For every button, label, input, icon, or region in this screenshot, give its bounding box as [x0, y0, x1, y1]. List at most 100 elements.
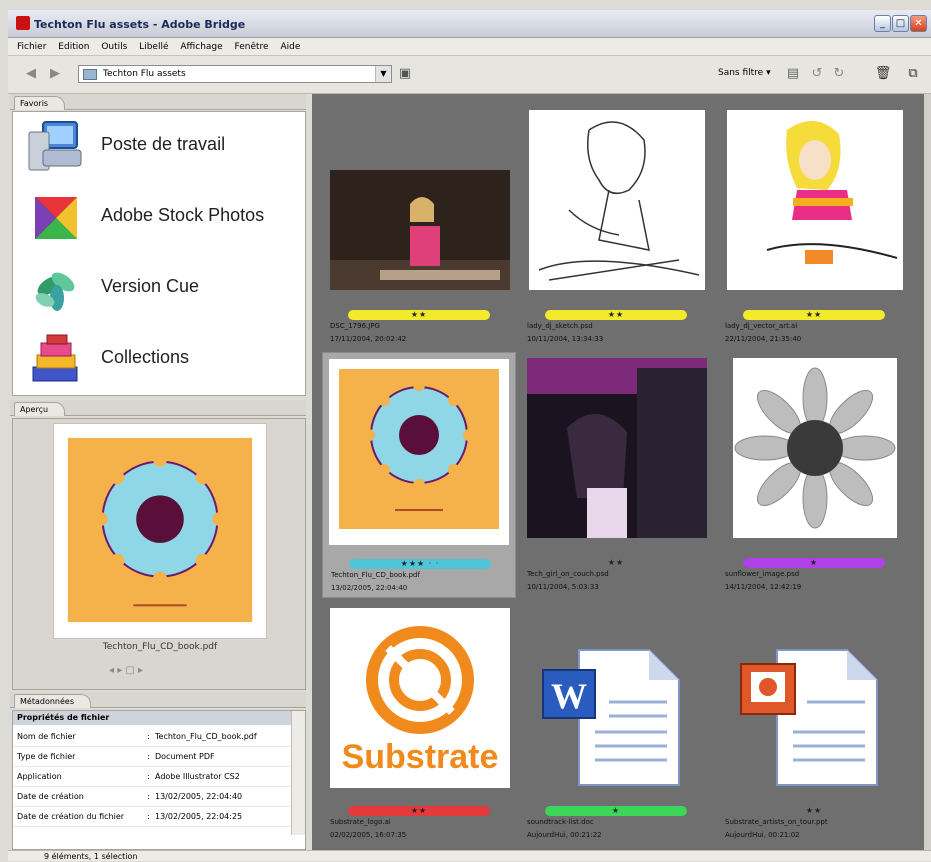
thumbnail-date: 02/02/2005, 16:07:35 [330, 831, 407, 839]
compact-mode-icon[interactable]: ⧉ [904, 65, 922, 83]
path-text: Techton Flu assets [103, 69, 186, 79]
thumbnail-date: 13/02/2005, 22:04:40 [331, 584, 408, 592]
rating-stars[interactable]: ★★ [545, 558, 687, 568]
page-navigation[interactable]: ◂ ▸ ▢ ▸ [109, 665, 143, 676]
thumbnail-cell[interactable]: W ★ soundtrack-list.doc AujourdHui, 00:2… [519, 600, 713, 842]
thumbnail-cell-selected[interactable]: ★★★ · · Techton_Flu_CD_book.pdf 13/02/20… [322, 352, 516, 598]
chevron-down-icon[interactable]: ▼ [375, 66, 391, 82]
menu-aide[interactable]: Aide [280, 38, 300, 56]
metadata-section-header[interactable]: Propriétés de fichier [13, 711, 293, 725]
substrate-logo-icon: Substrate [330, 608, 510, 788]
content-scrollbar[interactable] [924, 94, 931, 850]
metadata-scrollbar[interactable] [291, 711, 305, 835]
status-text: 9 éléments, 1 sélection [44, 852, 138, 861]
metadata-separator: : [147, 792, 150, 801]
thumbnail-image [330, 170, 510, 290]
metadata-separator: : [147, 752, 150, 761]
close-button[interactable]: ✕ [910, 15, 927, 32]
thumbnail-date: 14/11/2004, 12:42:19 [725, 583, 802, 591]
trash-icon[interactable]: 🗑 [874, 65, 892, 83]
menu-edition[interactable]: Edition [58, 38, 89, 56]
collections-icon [32, 334, 78, 382]
go-up-folder-icon[interactable]: ▣ [396, 65, 414, 83]
thumbnail-image [329, 359, 509, 545]
forward-icon[interactable]: ▶ [46, 65, 64, 83]
thumbnail-cell[interactable]: Substrate ★★ Substrate_logo.ai 02/02/200… [322, 600, 516, 842]
minimize-button[interactable]: _ [874, 15, 891, 32]
thumbnail-date: 10/11/2004, 13:34:33 [527, 335, 604, 343]
label-rating-bar[interactable]: ★★★ · · [349, 559, 491, 569]
version-cue-icon [35, 272, 75, 311]
menu-fichier[interactable]: Fichier [17, 38, 46, 56]
thumbnail-filename: soundtrack-list.doc [527, 818, 594, 826]
thumbnail-cell[interactable]: ★★ lady_dj_vector_art.ai 22/11/2004, 21:… [717, 104, 911, 346]
thumbnail-image [527, 358, 707, 538]
label-rating-bar[interactable]: ★ [743, 558, 885, 568]
metadata-row: Date de création du fichier: 13/02/2005,… [13, 807, 293, 827]
metadata-row: Date de création: 13/02/2005, 22:04:40 [13, 787, 293, 807]
favorite-label: Poste de travail [101, 134, 226, 154]
thumbnail-filename: Substrate_artists_on_tour.ppt [725, 818, 828, 826]
tab-preview[interactable]: Aperçu [14, 402, 66, 416]
metadata-key: Nom de fichier [17, 732, 76, 741]
flower-cd-artwork [329, 359, 509, 545]
favorites-panel: Poste de travail Adobe Stock Photos Vers… [12, 111, 306, 396]
menu-bar: Fichier Edition Outils Libellé Affichage… [8, 38, 931, 56]
adobe-stock-photos-icon [35, 197, 77, 239]
metadata-key: Type de fichier [17, 752, 76, 761]
path-dropdown[interactable]: Techton Flu assets ▼ [78, 65, 392, 83]
label-rating-bar[interactable]: ★ [545, 806, 687, 816]
new-folder-icon[interactable]: ▤ [784, 65, 802, 83]
thumbnail-cell[interactable]: ★★ DSC_1796.JPG 17/11/2004, 20:02:42 [322, 104, 516, 346]
thumbnail-filename: Substrate_logo.ai [330, 818, 391, 826]
favorite-label: Version Cue [101, 276, 200, 296]
thumbnail-cell[interactable]: ★ sunflower_image.psd 14/11/2004, 12:42:… [717, 352, 911, 594]
favorite-poste-de-travail[interactable]: Poste de travail [13, 112, 305, 182]
metadata-row: Type de fichier: Document PDF [13, 747, 293, 767]
favorite-version-cue[interactable]: Version Cue [13, 254, 305, 324]
thumbnail-cell[interactable]: ★★ Substrate_artists_on_tour.ppt Aujourd… [717, 600, 911, 842]
metadata-panel: Propriétés de fichier Nom de fichier: Te… [12, 710, 306, 850]
rotate-right-icon[interactable]: ↻ [830, 65, 848, 83]
menu-fenetre[interactable]: Fenêtre [235, 38, 269, 56]
content-browser: ★★ DSC_1796.JPG 17/11/2004, 20:02:42 ★★ … [312, 94, 924, 850]
app-icon [16, 16, 30, 30]
rating-stars[interactable]: ★★ [743, 806, 885, 816]
label-rating-bar[interactable]: ★★ [348, 310, 490, 320]
svg-text:W: W [551, 676, 587, 716]
metadata-separator: : [147, 772, 150, 781]
metadata-separator: : [147, 812, 150, 821]
window-title: Techton Flu assets - Adobe Bridge [34, 18, 246, 31]
rotate-left-icon[interactable]: ↺ [808, 65, 826, 83]
menu-affichage[interactable]: Affichage [180, 38, 222, 56]
photo-girl-couch-artwork [527, 358, 707, 538]
thumbnail-image [733, 358, 897, 538]
svg-text:Substrate: Substrate [342, 738, 499, 776]
thumbnail-cell[interactable]: ★★ Tech_girl_on_couch.psd 10/11/2004, 5:… [519, 352, 713, 594]
flower-artwork [67, 437, 253, 623]
preview-filename: Techton_Flu_CD_book.pdf [102, 642, 218, 652]
metadata-value: Adobe Illustrator CS2 [155, 772, 240, 781]
favorite-label: Adobe Stock Photos [101, 205, 265, 225]
maximize-button[interactable]: □ [892, 15, 909, 32]
thumbnail-filename: Tech_girl_on_couch.psd [527, 570, 609, 578]
metadata-key: Date de création [17, 792, 84, 801]
menu-outils[interactable]: Outils [101, 38, 127, 56]
favorite-collections[interactable]: Collections [13, 325, 305, 395]
metadata-value: Techton_Flu_CD_book.pdf [155, 732, 257, 741]
back-icon[interactable]: ◀ [22, 65, 40, 83]
metadata-row: Nom de fichier: Techton_Flu_CD_book.pdf [13, 727, 293, 747]
thumbnail-image [727, 110, 903, 290]
label-rating-bar[interactable]: ★★ [743, 310, 885, 320]
metadata-value: Document PDF [155, 752, 215, 761]
label-rating-bar[interactable]: ★★ [348, 806, 490, 816]
favorite-adobe-stock-photos[interactable]: Adobe Stock Photos [13, 183, 305, 253]
tab-metadata[interactable]: Métadonnées [14, 694, 91, 708]
tab-favorites[interactable]: Favoris [14, 96, 66, 110]
filter-dropdown[interactable]: Sans filtre ▾ [718, 68, 771, 78]
favorite-label: Collections [101, 347, 190, 367]
thumbnail-cell[interactable]: ★★ lady_dj_sketch.psd 10/11/2004, 13:34:… [519, 104, 713, 346]
label-rating-bar[interactable]: ★★ [545, 310, 687, 320]
menu-libelle[interactable]: Libellé [139, 38, 168, 56]
thumbnail-date: 10/11/2004, 5:03:33 [527, 583, 599, 591]
